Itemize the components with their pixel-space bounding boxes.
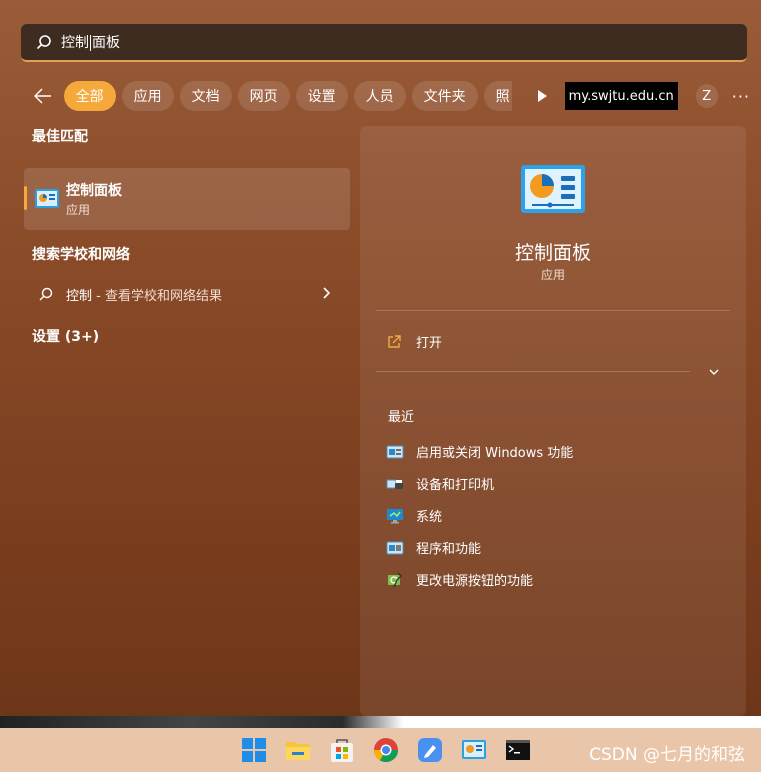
windows-start-icon[interactable] bbox=[240, 736, 268, 764]
recent-item[interactable]: 启用或关闭 Windows 功能 bbox=[386, 442, 573, 461]
file-explorer-icon[interactable] bbox=[284, 736, 312, 764]
filter-apps[interactable]: 应用 bbox=[121, 81, 174, 111]
open-external-icon bbox=[388, 334, 401, 348]
best-match-item[interactable]: 控制面板 应用 bbox=[24, 168, 350, 230]
selection-indicator bbox=[24, 186, 27, 210]
detail-pane: 控制面板 应用 打开 最近 启用或关闭 Windows 功能 设备和打印机 系统… bbox=[360, 126, 746, 716]
filter-settings[interactable]: 设置 bbox=[295, 81, 348, 111]
taskbar: CSDN @七月的和弦 bbox=[0, 728, 761, 772]
filter-documents[interactable]: 文档 bbox=[179, 81, 232, 111]
web-search-result[interactable]: 控制 - 查看学校和网络结果 bbox=[24, 280, 350, 308]
recent-item-label: 程序和功能 bbox=[416, 542, 482, 557]
recent-item-label: 启用或关闭 Windows 功能 bbox=[416, 446, 574, 461]
control-panel-icon bbox=[521, 165, 585, 213]
open-label: 打开 bbox=[416, 336, 443, 351]
recent-item[interactable]: 系统 bbox=[386, 506, 442, 525]
results-list: 最佳匹配 控制面板 应用 搜索学校和网络 控制 - 查看学校和网络结果 设置 (… bbox=[24, 126, 352, 345]
desktop-background bbox=[0, 716, 761, 728]
chevron-right-icon bbox=[323, 287, 331, 299]
search-icon bbox=[39, 287, 53, 301]
watermark: CSDN @七月的和弦 bbox=[589, 745, 745, 765]
printer-icon bbox=[386, 479, 403, 489]
programs-icon bbox=[386, 541, 404, 554]
filter-photos[interactable]: 照 bbox=[483, 81, 513, 111]
filter-people[interactable]: 人员 bbox=[353, 81, 406, 111]
monitor-icon bbox=[387, 508, 403, 523]
more-options-icon[interactable]: ··· bbox=[732, 87, 750, 106]
recent-title: 最近 bbox=[388, 410, 415, 425]
search-icon bbox=[36, 35, 51, 50]
chevron-down-icon[interactable] bbox=[708, 366, 720, 378]
best-match-name: 控制面板 bbox=[66, 183, 122, 199]
best-match-kind: 应用 bbox=[66, 203, 91, 217]
detail-kind: 应用 bbox=[540, 268, 565, 282]
start-search-panel: 控制 面板 全部 应用 文档 网页 设置 人员 文件夹 照 my.swjtu.ed… bbox=[0, 0, 761, 716]
open-action[interactable]: 打开 bbox=[386, 332, 442, 351]
recent-item[interactable]: 程序和功能 bbox=[386, 538, 481, 557]
control-panel-icon bbox=[35, 189, 59, 208]
avatar[interactable]: Z bbox=[695, 84, 718, 108]
best-match-title: 最佳匹配 bbox=[32, 129, 88, 145]
power-options-icon bbox=[388, 572, 402, 587]
divider bbox=[376, 310, 730, 311]
recent-item[interactable]: 更改电源按钮的功能 bbox=[386, 570, 533, 589]
recent-item[interactable]: 设备和打印机 bbox=[386, 474, 494, 493]
web-search-title: 搜索学校和网络 bbox=[32, 247, 130, 263]
back-arrow-icon[interactable] bbox=[30, 82, 56, 110]
control-panel-icon[interactable] bbox=[460, 736, 488, 764]
detail-title: 控制面板 bbox=[514, 242, 591, 264]
microsoft-store-icon[interactable] bbox=[328, 736, 356, 764]
recent-item-label: 系统 bbox=[416, 510, 443, 525]
web-search-text: 控制 - 查看学校和网络结果 bbox=[66, 288, 222, 304]
filter-folders[interactable]: 文件夹 bbox=[411, 81, 478, 111]
search-input[interactable]: 控制 面板 bbox=[21, 24, 747, 62]
filter-bar: 全部 应用 文档 网页 设置 人员 文件夹 照 my.swjtu.edu.cn … bbox=[30, 80, 750, 112]
settings-section-title[interactable]: 设置 (3+) bbox=[32, 326, 99, 346]
divider bbox=[376, 371, 690, 372]
filter-web[interactable]: 网页 bbox=[237, 81, 290, 111]
recent-item-label: 更改电源按钮的功能 bbox=[416, 574, 534, 589]
windows-features-icon bbox=[386, 445, 404, 458]
terminal-icon[interactable] bbox=[504, 736, 532, 764]
search-query: 控制 面板 bbox=[61, 35, 120, 51]
filter-all[interactable]: 全部 bbox=[63, 81, 116, 111]
chrome-icon[interactable] bbox=[372, 736, 400, 764]
account-url-badge[interactable]: my.swjtu.edu.cn bbox=[564, 82, 678, 110]
recent-item-label: 设备和打印机 bbox=[416, 478, 495, 493]
scroll-right-icon[interactable] bbox=[534, 81, 550, 111]
pen-app-icon[interactable] bbox=[416, 736, 444, 764]
